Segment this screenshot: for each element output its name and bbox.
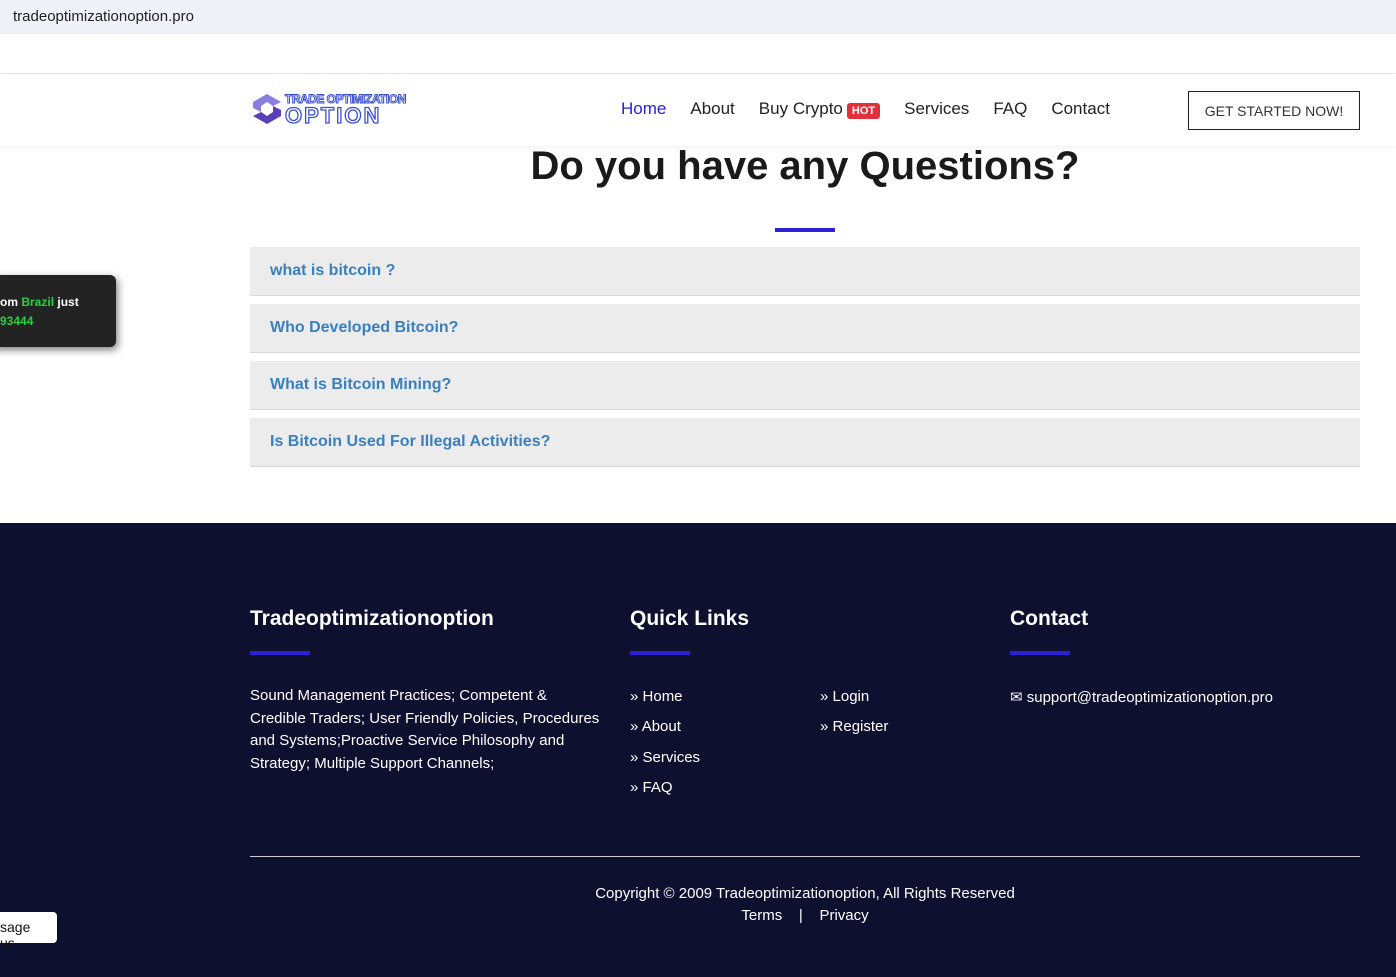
terms-link[interactable]: Terms — [741, 907, 782, 924]
logo[interactable]: TRADE OPTIMIZATION OPTION — [253, 92, 407, 128]
link-label: About — [641, 718, 681, 735]
link-label: Services — [642, 749, 701, 766]
copyright: Copyright © 2009 Tradeoptimizationoption… — [250, 883, 1360, 927]
title-underline — [775, 228, 835, 232]
nav-home[interactable]: Home — [621, 99, 666, 119]
footer-link-faq[interactable]: » FAQ — [630, 779, 673, 796]
link-label: Home — [642, 688, 683, 705]
email-text: support@tradeoptimizationoption.pro — [1026, 689, 1273, 706]
message-us-button[interactable]: sage us — [0, 912, 57, 951]
toast-amount: 93444 — [0, 314, 34, 328]
privacy-link[interactable]: Privacy — [819, 907, 868, 924]
toast-country: Brazil — [21, 295, 55, 309]
link-label: FAQ — [642, 779, 673, 796]
footer-divider — [250, 856, 1360, 857]
contact-title: Contact — [1010, 607, 1089, 630]
footer-brand: Tradeoptimizationoption — [250, 607, 494, 630]
get-started-button[interactable]: GET STARTED NOW! — [1188, 91, 1360, 130]
quick-links-title: Quick Links — [630, 607, 750, 630]
footer: Tradeoptimizationoption Sound Management… — [0, 523, 1396, 977]
spacer — [0, 34, 1396, 74]
divider — [630, 651, 690, 655]
nav-faq[interactable]: FAQ — [993, 99, 1027, 119]
logo-text-2: OPTION — [284, 103, 382, 128]
link-label: Register — [832, 718, 889, 735]
toast-text: om — [0, 295, 22, 309]
faq-item[interactable]: Who Developed Bitcoin? — [250, 304, 1360, 353]
faq-item[interactable]: Is Bitcoin Used For Illegal Activities? — [250, 418, 1360, 467]
divider — [1010, 651, 1070, 655]
divider — [250, 651, 310, 655]
hot-badge: HOT — [846, 103, 881, 119]
nav-label: Buy Crypto — [758, 99, 843, 118]
nav-buy-crypto[interactable]: Buy Crypto HOT — [758, 99, 881, 119]
envelope-icon: ✉ — [1010, 689, 1023, 706]
logo-icon — [253, 94, 281, 124]
site-header: TRADE OPTIMIZATION OPTION Home About Buy … — [0, 74, 1396, 146]
faq-item[interactable]: What is Bitcoin Mining? — [250, 361, 1360, 410]
toast-text: just — [54, 295, 79, 309]
contact-email[interactable]: ✉ support@tradeoptimizationoption.pro — [1010, 688, 1273, 706]
footer-about: Sound Management Practices; Competent & … — [250, 687, 600, 772]
nav-about[interactable]: About — [690, 99, 734, 119]
activity-toast: om Brazil just 93444 — [0, 275, 116, 347]
separator: | — [798, 907, 803, 924]
footer-link-login[interactable]: » Login — [820, 688, 869, 705]
address-bar[interactable]: tradeoptimizationoption.pro — [0, 0, 1396, 34]
nav-contact[interactable]: Contact — [1051, 99, 1110, 119]
nav-services[interactable]: Services — [904, 99, 969, 119]
copyright-text: Copyright © 2009 Tradeoptimizationoption… — [595, 885, 1015, 902]
link-label: Login — [832, 688, 870, 705]
footer-link-home[interactable]: » Home — [630, 688, 683, 705]
footer-link-about[interactable]: » About — [630, 718, 681, 735]
page-title: Do you have any Questions? — [530, 144, 1080, 188]
main-nav: Home About Buy Crypto HOT Services FAQ Co… — [621, 99, 1110, 119]
footer-link-register[interactable]: » Register — [820, 718, 888, 735]
faq-item[interactable]: what is bitcoin ? — [250, 247, 1360, 296]
footer-link-services[interactable]: » Services — [630, 749, 700, 766]
